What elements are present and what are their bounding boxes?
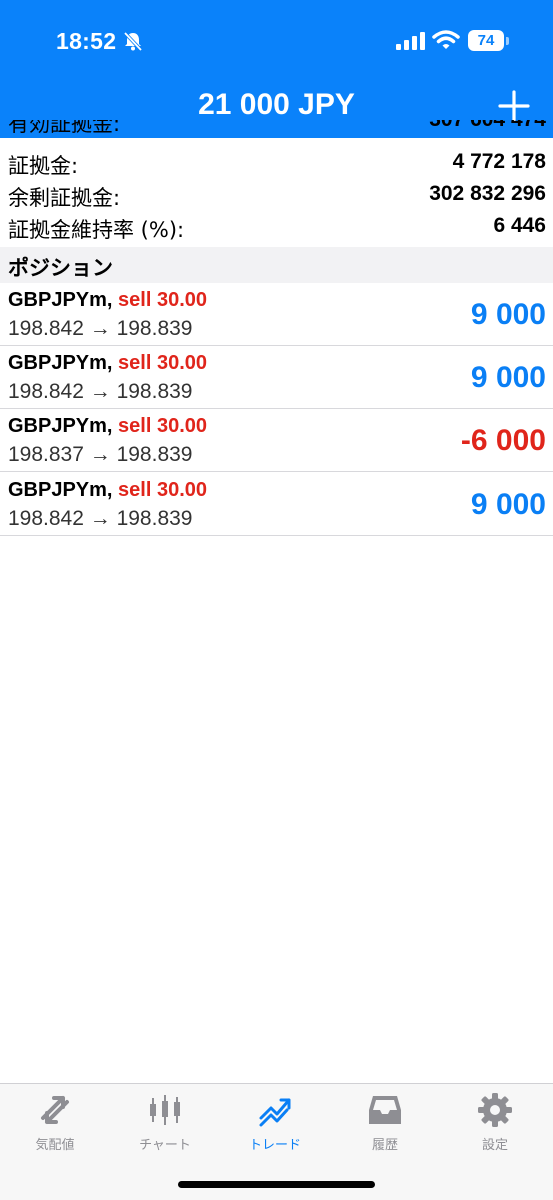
new-order-plus-icon[interactable] xyxy=(496,88,532,124)
position-title: GBPJPYm, sell 30.00 xyxy=(8,352,207,375)
position-prices: 198.842 → 198.839 xyxy=(8,317,193,340)
position-title: GBPJPYm, sell 30.00 xyxy=(8,415,207,438)
position-row[interactable]: GBPJPYm, sell 30.00 198.842 → 198.839 9 … xyxy=(0,346,553,409)
position-prices: 198.842 → 198.839 xyxy=(8,507,193,530)
position-prices: 198.837 → 198.839 xyxy=(8,443,193,466)
account-row-equity: 有効証拠金: 307 604 474 xyxy=(0,120,553,138)
account-label: 余剰証拠金: xyxy=(8,186,121,210)
position-prices: 198.842 → 198.839 xyxy=(8,380,193,403)
position-row[interactable]: GBPJPYm, sell 30.00 198.842 → 198.839 9 … xyxy=(0,473,553,536)
tab-label: 設定 xyxy=(481,1138,508,1153)
position-row[interactable]: GBPJPYm, sell 30.00 198.842 → 198.839 9 … xyxy=(0,283,553,346)
position-profit: 9 000 xyxy=(470,488,546,521)
bell-muted-icon xyxy=(123,31,143,52)
battery-indicator: 74 xyxy=(468,30,504,51)
account-label: 証拠金: xyxy=(8,154,79,178)
section-title: ポジション xyxy=(8,256,113,280)
tab-label: 気配値 xyxy=(35,1138,75,1153)
tab-label: トレード xyxy=(248,1138,301,1153)
position-side: sell 30.00 xyxy=(118,352,208,374)
status-time: 18:52 xyxy=(56,28,117,54)
position-title: GBPJPYm, sell 30.00 xyxy=(8,479,207,502)
cellular-signal-icon xyxy=(396,32,425,50)
settings-gear-icon xyxy=(478,1093,512,1127)
account-value: 6 446 xyxy=(493,214,546,237)
position-title: GBPJPYm, sell 30.00 xyxy=(8,289,207,312)
tab-label: チャート xyxy=(139,1138,191,1153)
tab-quotes[interactable]: 気配値 xyxy=(0,1084,110,1154)
tab-history[interactable]: 履歴 xyxy=(330,1084,440,1154)
account-value: 307 604 474 xyxy=(429,120,546,132)
positions-section-header: ポジション xyxy=(0,247,553,283)
wifi-icon xyxy=(432,30,460,49)
position-symbol: GBPJPYm, xyxy=(8,352,113,374)
history-tray-icon xyxy=(369,1096,401,1124)
home-indicator xyxy=(178,1181,375,1188)
position-side: sell 30.00 xyxy=(118,479,208,501)
position-profit: 9 000 xyxy=(470,298,546,331)
tab-chart[interactable]: チャート xyxy=(110,1084,220,1154)
top-header: 18:52 74 21 000 JPY xyxy=(0,0,553,138)
tab-label: 履歴 xyxy=(371,1138,398,1153)
account-label: 証拠金維持率 (%): xyxy=(8,218,185,242)
account-row-margin: 証拠金: 4 772 178 xyxy=(0,148,553,178)
position-profit: 9 000 xyxy=(470,361,546,394)
position-symbol: GBPJPYm, xyxy=(8,289,113,311)
quotes-arrows-icon xyxy=(41,1096,69,1124)
position-profit: -6 000 xyxy=(460,424,546,457)
account-value: 302 832 296 xyxy=(429,182,546,205)
account-row-free-margin: 余剰証拠金: 302 832 296 xyxy=(0,180,553,210)
account-label: 有効証拠金: xyxy=(8,120,121,136)
position-side: sell 30.00 xyxy=(118,289,208,311)
position-row[interactable]: GBPJPYm, sell 30.00 198.837 → 198.839 -6… xyxy=(0,409,553,472)
position-side: sell 30.00 xyxy=(118,415,208,437)
candlestick-icon xyxy=(150,1095,180,1125)
tab-trade[interactable]: トレード xyxy=(220,1084,330,1154)
position-symbol: GBPJPYm, xyxy=(8,479,113,501)
page-title: 21 000 JPY xyxy=(198,88,355,121)
account-row-margin-level: 証拠金維持率 (%): 6 446 xyxy=(0,212,553,242)
battery-tip xyxy=(506,37,509,45)
account-value: 4 772 178 xyxy=(452,150,546,173)
tab-settings[interactable]: 設定 xyxy=(440,1084,550,1154)
position-symbol: GBPJPYm, xyxy=(8,415,113,437)
trade-trend-icon xyxy=(259,1098,291,1127)
